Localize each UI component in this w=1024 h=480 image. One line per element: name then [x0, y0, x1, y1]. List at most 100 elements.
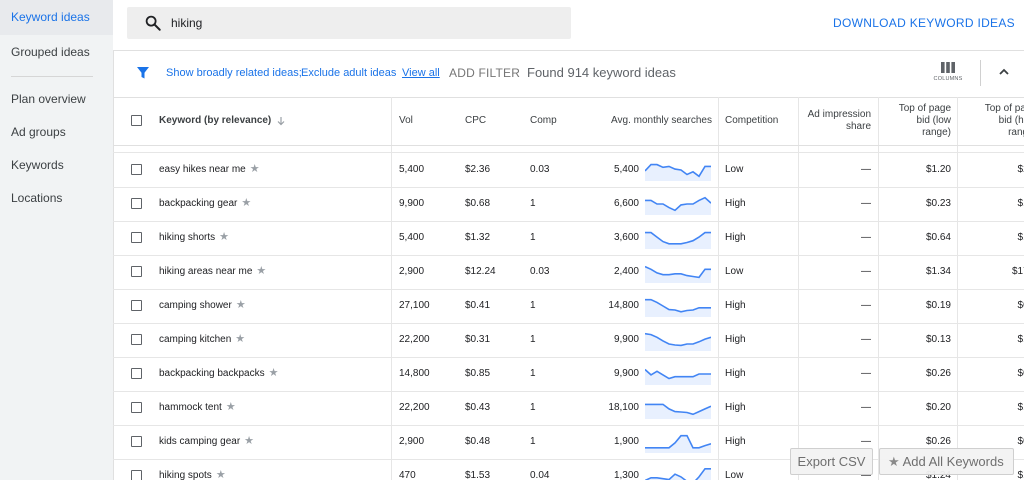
row-checkbox[interactable]: [131, 436, 142, 447]
sidebar-item-plan-overview[interactable]: Plan overview: [0, 92, 113, 106]
sidebar-item-grouped-ideas[interactable]: Grouped ideas: [0, 45, 113, 59]
star-icon[interactable]: ★: [241, 197, 251, 209]
row-checkbox[interactable]: [131, 368, 142, 379]
bid-low-cell: $0.13: [925, 334, 951, 345]
competition-cell: High: [725, 402, 746, 413]
search-input[interactable]: [171, 14, 551, 32]
bid-high-cell: $0.8: [1017, 368, 1024, 379]
row-checkbox[interactable]: [131, 402, 142, 413]
header-ad-share-label: Ad impression share: [807, 109, 871, 132]
bid-low-cell: $0.20: [925, 402, 951, 413]
star-icon[interactable]: ★: [226, 401, 236, 413]
row-checkbox[interactable]: [131, 232, 142, 243]
top-bar: DOWNLOAD KEYWORD IDEAS: [113, 0, 1024, 51]
table-row[interactable]: hammock tent ★ 22,200 $0.43 1 18,100 High — $0.2…: [113, 391, 1024, 426]
header-competition[interactable]: Competition: [725, 97, 797, 145]
star-icon[interactable]: ★: [250, 163, 260, 175]
columns-icon: [941, 62, 955, 73]
table-row[interactable]: hiking shorts ★ 5,400 $1.32 1 3,600 High — $0.64…: [113, 221, 1024, 256]
row-checkbox[interactable]: [131, 334, 142, 345]
header-comp[interactable]: Comp: [530, 97, 590, 145]
bid-low-cell: $0.19: [925, 300, 951, 311]
row-checkbox[interactable]: [131, 470, 142, 480]
cpc-cell: $0.48: [465, 436, 491, 447]
vol-cell: 470: [399, 470, 416, 480]
keyword-cell: hiking areas near me ★: [159, 255, 266, 288]
row-checkbox[interactable]: [131, 300, 142, 311]
add-all-keywords-button[interactable]: ★ Add All Keywords: [879, 448, 1014, 475]
star-icon[interactable]: ★: [256, 265, 266, 277]
cpc-cell: $0.85: [465, 368, 491, 379]
keyword-cell: hiking shorts ★: [159, 221, 229, 254]
keyword-text: camping shower: [159, 300, 232, 311]
header-vol[interactable]: Vol: [399, 97, 459, 145]
export-csv-button[interactable]: Export CSV: [790, 448, 873, 475]
star-icon[interactable]: ★: [235, 333, 245, 345]
cpc-cell: $1.53: [465, 470, 491, 480]
download-keyword-ideas-button[interactable]: DOWNLOAD KEYWORD IDEAS: [833, 16, 1015, 30]
table-row[interactable]: hiking areas near me ★ 2,900 $12.24 0.03 2,40…: [113, 255, 1024, 290]
row-checkbox[interactable]: [131, 266, 142, 277]
comp-cell: 1: [530, 436, 536, 447]
sidebar-item-keyword-ideas[interactable]: Keyword ideas: [0, 0, 113, 35]
view-all-link[interactable]: View all: [402, 67, 440, 79]
competition-cell: High: [725, 198, 746, 209]
bid-low-cell: $0.26: [925, 368, 951, 379]
star-icon[interactable]: ★: [219, 231, 229, 243]
header-bid-high-label: Top of page bid (high range): [984, 103, 1024, 138]
chevron-up-icon[interactable]: [997, 65, 1011, 79]
header-ad-impression-share[interactable]: Ad impression share: [803, 97, 871, 145]
keyword-cell: backpacking backpacks ★: [159, 357, 279, 390]
bid-low-cell: $0.64: [925, 232, 951, 243]
bid-high-cell: $17.6: [1011, 266, 1024, 277]
ad-share-cell: —: [861, 232, 871, 243]
star-icon[interactable]: ★: [216, 469, 226, 480]
row-checkbox[interactable]: [131, 164, 142, 175]
header-avg-monthly-searches[interactable]: Avg. monthly searches: [593, 97, 712, 145]
cpc-cell: $0.68: [465, 198, 491, 209]
header-bid-high[interactable]: Top of page bid (high range): [971, 97, 1024, 145]
columns-button[interactable]: COLUMNS: [931, 59, 965, 91]
toolbar-divider: [980, 60, 981, 86]
arrow-down-icon: [277, 117, 285, 126]
table-row[interactable]: backpacking backpacks ★ 14,800 $0.85 1 9,900 H…: [113, 357, 1024, 392]
vol-cell: 22,200: [399, 334, 430, 345]
keyword-text: backpacking backpacks: [159, 368, 265, 379]
keyword-text: hiking spots: [159, 470, 212, 480]
header-bid-low[interactable]: Top of page bid (low range): [885, 97, 951, 145]
sidebar-item-keywords[interactable]: Keywords: [0, 158, 113, 172]
keyword-cell: hammock tent ★: [159, 391, 236, 424]
add-filter-button[interactable]: ADD FILTER: [449, 66, 520, 80]
vol-cell: 2,900: [399, 266, 425, 277]
ad-share-cell: —: [861, 334, 871, 345]
table-row[interactable]: camping kitchen ★ 22,200 $0.31 1 9,900 High — $0…: [113, 323, 1024, 358]
header-cpc[interactable]: CPC: [465, 97, 525, 145]
ad-share-cell: —: [861, 164, 871, 175]
trend-sparkline: [645, 332, 711, 351]
table-row[interactable]: easy hikes near me ★ 5,400 $2.36 0.03 5,400 Lo…: [113, 153, 1024, 188]
sidebar-item-ad-groups[interactable]: Ad groups: [0, 125, 113, 139]
search-icon: [145, 15, 161, 31]
comp-cell: 1: [530, 198, 536, 209]
header-keyword-label: Keyword (by relevance): [159, 115, 272, 126]
comp-cell: 0.03: [530, 164, 550, 175]
sidebar-item-locations[interactable]: Locations: [0, 191, 113, 205]
cpc-cell: $0.31: [465, 334, 491, 345]
bid-low-cell: $1.20: [925, 164, 951, 175]
row-checkbox[interactable]: [131, 198, 142, 209]
exclude-adult-ideas-link[interactable]: Exclude adult ideas: [301, 67, 396, 79]
header-keyword[interactable]: Keyword (by relevance): [159, 97, 389, 145]
select-all-checkbox[interactable]: [131, 115, 142, 126]
competition-cell: High: [725, 232, 746, 243]
star-icon[interactable]: ★: [269, 367, 279, 379]
search-box[interactable]: [127, 7, 571, 39]
table-row[interactable]: camping shower ★ 27,100 $0.41 1 14,800 High — $0…: [113, 289, 1024, 324]
star-icon[interactable]: ★: [236, 299, 246, 311]
table-row[interactable]: backpacking gear ★ 9,900 $0.68 1 6,600 High — $0…: [113, 187, 1024, 222]
avg-searches-cell: 1,300: [613, 470, 639, 480]
bid-high-cell: $2.0: [1017, 164, 1024, 175]
filter-icon[interactable]: [136, 66, 150, 80]
show-broadly-related-link[interactable]: Show broadly related ideas;: [166, 67, 302, 79]
competition-cell: High: [725, 436, 746, 447]
star-icon[interactable]: ★: [244, 435, 254, 447]
